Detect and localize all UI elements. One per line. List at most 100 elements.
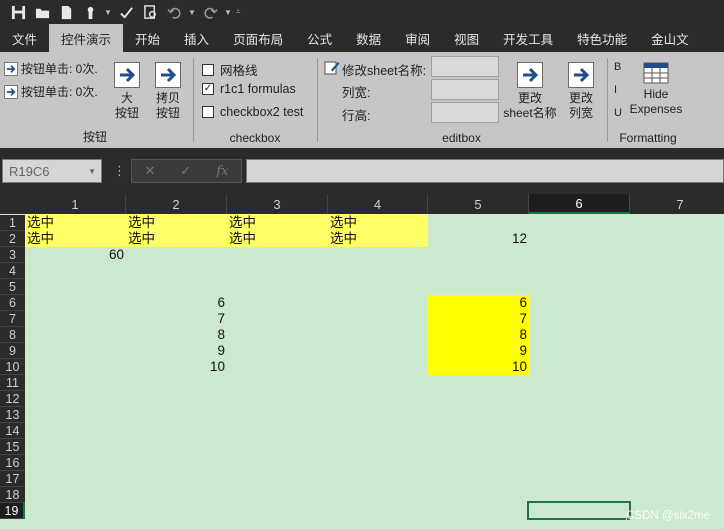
redo-icon[interactable] <box>200 3 220 21</box>
watermark: CSDN @six2me <box>626 510 710 522</box>
cell-r2c4[interactable]: 选中 <box>328 231 428 247</box>
r1c1-formulas-checkbox[interactable]: ✓ r1c1 formulas <box>202 82 296 96</box>
column-width-input[interactable] <box>431 79 499 100</box>
more-options-icon[interactable]: ⋮ <box>113 163 126 179</box>
column-header[interactable]: 5 <box>428 194 529 214</box>
cell-r7c3[interactable]: 7 <box>126 311 227 327</box>
rename-sheet-icon <box>324 59 340 75</box>
enter-icon[interactable]: ✓ <box>180 163 191 179</box>
undo-icon[interactable] <box>164 3 184 21</box>
row-header[interactable]: 2 <box>0 231 25 247</box>
row-header-selected[interactable]: 19 <box>0 503 25 519</box>
worksheet-grid[interactable]: 1 2 3 4 5 6 7 1 2 3 4 5 6 7 8 9 10 11 12… <box>0 194 724 529</box>
row-header[interactable]: 16 <box>0 455 25 471</box>
row-header[interactable]: 11 <box>0 375 25 391</box>
tab-data[interactable]: 数据 <box>344 24 393 52</box>
cell-r7c5[interactable]: 7 <box>428 311 529 327</box>
row-header[interactable]: 18 <box>0 487 25 503</box>
cell-r8c3[interactable]: 8 <box>126 327 227 343</box>
cell-r6c3[interactable]: 6 <box>126 295 227 311</box>
cancel-icon[interactable]: ✕ <box>145 163 156 179</box>
chevron-down-icon[interactable]: ▼ <box>88 167 96 176</box>
tab-file[interactable]: 文件 <box>0 24 49 52</box>
cell-r1c3[interactable]: 选中 <box>227 215 328 231</box>
active-cell-selection[interactable] <box>527 501 631 520</box>
tab-insert[interactable]: 插入 <box>172 24 221 52</box>
row-header[interactable]: 7 <box>0 311 25 327</box>
sheet-name-input[interactable] <box>431 56 499 77</box>
save-icon[interactable] <box>8 3 28 21</box>
row-header[interactable]: 14 <box>0 423 25 439</box>
row-header[interactable]: 15 <box>0 439 25 455</box>
column-header-selected[interactable]: 6 <box>529 194 630 214</box>
tab-developer[interactable]: 开发工具 <box>491 24 565 52</box>
row-height-input[interactable] <box>431 102 499 123</box>
open-folder-icon[interactable] <box>32 3 52 21</box>
redo-dropdown-icon[interactable]: ▼ <box>224 3 232 21</box>
row-header[interactable]: 17 <box>0 471 25 487</box>
column-header[interactable]: 7 <box>630 194 724 214</box>
row-header[interactable]: 4 <box>0 263 25 279</box>
italic-button[interactable]: I <box>614 84 617 96</box>
tab-control-demo[interactable]: 控件演示 <box>49 24 124 52</box>
cell-r1c1[interactable]: 选中 <box>25 215 126 231</box>
customize-toolbar-icon[interactable]: ⩡ <box>236 3 250 21</box>
change-column-width-button[interactable]: 更改 列宽 <box>564 62 598 121</box>
checkbox2-test-checkbox[interactable]: checkbox2 test <box>202 105 303 119</box>
new-document-icon[interactable] <box>56 3 76 21</box>
big-button[interactable]: 大 按钮 <box>112 62 142 121</box>
cell-r2c1[interactable]: 选中 <box>25 231 126 247</box>
small-button-1[interactable]: 按钮单击: 0次. <box>4 60 98 77</box>
chevron-down-icon[interactable]: ▼ <box>104 3 112 21</box>
cell-r1c2[interactable]: 选中 <box>126 215 227 231</box>
name-box[interactable]: R19C6 ▼ <box>2 159 102 183</box>
row-header[interactable]: 12 <box>0 391 25 407</box>
insert-function-icon[interactable]: fx <box>216 164 228 179</box>
cell-r2c5[interactable]: 12 <box>428 231 529 247</box>
cell-r10c3[interactable]: 10 <box>126 359 227 375</box>
hide-expenses-button[interactable]: Hide Expenses <box>628 62 684 117</box>
small-button-2[interactable]: 按钮单击: 0次. <box>4 83 98 100</box>
tab-kingsoft[interactable]: 金山文 <box>639 24 701 52</box>
cell-r9c5[interactable]: 9 <box>428 343 529 359</box>
row-header[interactable]: 1 <box>0 215 25 231</box>
formula-input[interactable] <box>246 159 724 183</box>
cell-r6c5[interactable]: 6 <box>428 295 529 311</box>
tab-home[interactable]: 开始 <box>123 24 172 52</box>
row-header[interactable]: 13 <box>0 407 25 423</box>
column-header[interactable]: 1 <box>25 194 126 214</box>
cell-r2c2[interactable]: 选中 <box>126 231 227 247</box>
touch-mode-icon[interactable] <box>80 3 100 21</box>
tab-page-layout[interactable]: 页面布局 <box>221 24 295 52</box>
cell-r8c5[interactable]: 8 <box>428 327 529 343</box>
select-all-corner[interactable] <box>0 194 25 214</box>
gridlines-checkbox[interactable]: 网格线 <box>202 60 258 79</box>
cell-r2c3[interactable]: 选中 <box>227 231 328 247</box>
underline-button[interactable]: U <box>614 107 622 119</box>
small-button-2-icon <box>4 84 18 99</box>
rename-sheet-button[interactable]: 更改 sheet名称 <box>502 62 558 121</box>
cell-r10c5[interactable]: 10 <box>428 359 529 375</box>
copy-button[interactable]: 拷贝 按钮 <box>153 62 183 121</box>
spell-check-icon[interactable] <box>116 3 136 21</box>
undo-dropdown-icon[interactable]: ▼ <box>188 3 196 21</box>
cell-r3c1[interactable]: 60 <box>25 247 126 263</box>
bold-button[interactable]: B <box>614 61 621 73</box>
column-header[interactable]: 4 <box>328 194 428 214</box>
column-header[interactable]: 3 <box>227 194 328 214</box>
row-header[interactable]: 5 <box>0 279 25 295</box>
cell-r9c3[interactable]: 9 <box>126 343 227 359</box>
row-header[interactable]: 9 <box>0 343 25 359</box>
tab-special-features[interactable]: 特色功能 <box>565 24 639 52</box>
row-header[interactable]: 6 <box>0 295 25 311</box>
row-header[interactable]: 8 <box>0 327 25 343</box>
tab-view[interactable]: 视图 <box>442 24 491 52</box>
row-header[interactable]: 10 <box>0 359 25 375</box>
column-header[interactable]: 2 <box>126 194 227 214</box>
tab-formulas[interactable]: 公式 <box>295 24 344 52</box>
tab-review[interactable]: 审阅 <box>393 24 442 52</box>
cell-r1c4[interactable]: 选中 <box>328 215 428 231</box>
copy-button-line1: 拷贝 <box>155 91 180 105</box>
row-header[interactable]: 3 <box>0 247 25 263</box>
print-preview-icon[interactable] <box>140 3 160 21</box>
